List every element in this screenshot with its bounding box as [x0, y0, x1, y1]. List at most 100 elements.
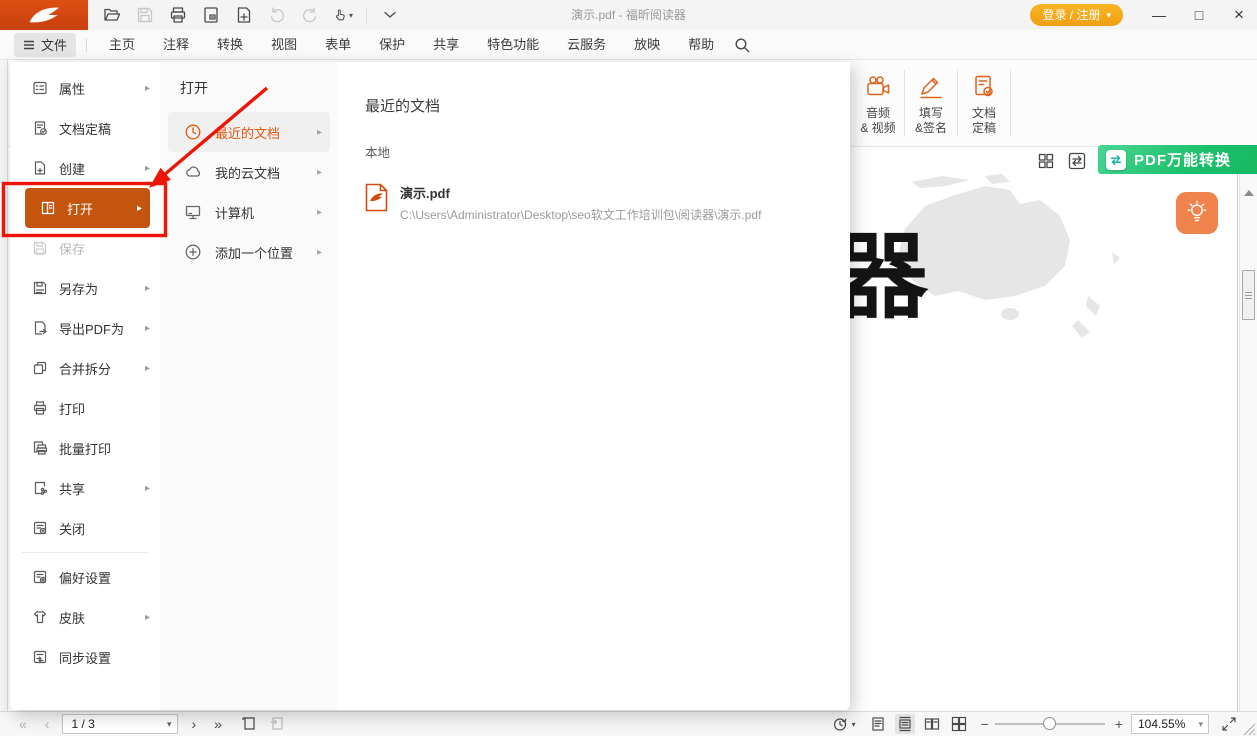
zoom-slider-thumb[interactable]: [1043, 717, 1056, 730]
menu-item-print[interactable]: 打印: [10, 388, 160, 428]
zoom-value: 104.55%: [1132, 717, 1198, 731]
tab-comment[interactable]: 注释: [149, 30, 203, 59]
video-camera-icon: [865, 74, 891, 100]
menu-item-sync-settings[interactable]: 同步设置: [10, 637, 160, 677]
print-icon: [32, 400, 48, 416]
fill-sign-button[interactable]: 填写&签名: [905, 60, 957, 146]
menu-item-save-as[interactable]: 另存为▸: [10, 268, 160, 308]
save-as-icon: [32, 280, 48, 296]
audio-video-button[interactable]: 音频& 视频: [852, 60, 904, 146]
tshirt-icon: [32, 609, 48, 625]
search-icon[interactable]: [734, 37, 750, 53]
fill-sign-label-1: 填写: [919, 106, 943, 120]
open-my-cloud-documents[interactable]: 我的云文档▸: [168, 152, 330, 192]
tips-lightbulb-button[interactable]: [1176, 192, 1218, 234]
print-icon[interactable]: [168, 5, 188, 25]
tab-protect[interactable]: 保护: [365, 30, 419, 59]
grid-view-icon[interactable]: [1036, 151, 1056, 171]
open-book-icon: [40, 200, 56, 216]
tab-home[interactable]: 主页: [95, 30, 149, 59]
menu-item-save: 保存: [10, 228, 160, 268]
toolbar-chevron-icon[interactable]: [380, 5, 400, 25]
tab-help[interactable]: 帮助: [674, 30, 728, 59]
plus-circle-icon: [184, 243, 202, 261]
continuous-view-icon[interactable]: [895, 714, 915, 734]
new-document-icon[interactable]: [234, 5, 254, 25]
rotate-view-icon[interactable]: [830, 714, 850, 734]
pdf-convert-button[interactable]: PDF万能转换: [1098, 145, 1257, 174]
zoom-in-button[interactable]: +: [1115, 716, 1123, 732]
open-recent-documents[interactable]: 最近的文档▸: [168, 112, 330, 152]
rotate-view-caret[interactable]: ▾: [852, 720, 856, 729]
tab-slideshow[interactable]: 放映: [620, 30, 674, 59]
undo-icon: [267, 5, 287, 25]
zoom-slider[interactable]: [995, 717, 1105, 731]
doc-finalize-button[interactable]: 文档定稿: [958, 60, 1010, 146]
statusbar-right: ▾ − + 104.55% ▾: [823, 712, 1239, 736]
menu-item-skin[interactable]: 皮肤▸: [10, 597, 160, 637]
open-add-place[interactable]: 添加一个位置▸: [168, 232, 330, 272]
minimize-button[interactable]: —: [1151, 7, 1167, 23]
previous-view-icon[interactable]: [241, 715, 259, 733]
zoom-out-button[interactable]: −: [981, 716, 989, 732]
tab-view[interactable]: 视图: [257, 30, 311, 59]
swap-view-icon[interactable]: [1067, 151, 1087, 171]
hand-tool-icon[interactable]: ▾: [333, 5, 353, 25]
resize-grip[interactable]: [1241, 721, 1256, 741]
page-number-input[interactable]: 1 / 3 ▾: [62, 714, 178, 734]
page-caret-icon[interactable]: ▾: [167, 719, 178, 730]
save-icon: [32, 240, 48, 256]
next-view-icon: [269, 715, 287, 733]
menu-item-close[interactable]: 关闭: [10, 508, 160, 548]
menu-item-batch-print[interactable]: 批量打印: [10, 428, 160, 468]
login-register-button[interactable]: 登录 / 注册 ▾: [1030, 4, 1123, 26]
menu-item-export-pdf[interactable]: 导出PDF为▸: [10, 308, 160, 348]
hand-tool-caret[interactable]: ▾: [349, 11, 353, 20]
submenu-arrow-icon: ▸: [145, 483, 150, 494]
open-panel-title: 打开: [160, 78, 337, 98]
tab-features[interactable]: 特色功能: [473, 30, 553, 59]
menu-item-create[interactable]: 创建▸: [10, 148, 160, 188]
submenu-arrow-icon: ▸: [145, 363, 150, 374]
first-page-button[interactable]: «: [10, 716, 36, 732]
tab-cloud-service[interactable]: 云服务: [553, 30, 620, 59]
continuous-facing-view-icon[interactable]: [949, 714, 969, 734]
menu-item-properties[interactable]: 属性▸: [10, 68, 160, 108]
tab-share[interactable]: 共享: [419, 30, 473, 59]
page-organize-icon[interactable]: [201, 5, 221, 25]
close-button[interactable]: ×: [1231, 5, 1247, 25]
cloud-icon: [184, 163, 202, 181]
menu-item-doc-finalize[interactable]: 文档定稿: [10, 108, 160, 148]
open-computer[interactable]: 计算机▸: [168, 192, 330, 232]
scrollbar-thumb[interactable]: [1242, 270, 1255, 320]
vertical-scrollbar[interactable]: [1239, 174, 1257, 711]
file-menu-button[interactable]: 文件: [14, 33, 76, 57]
close-doc-icon: [32, 520, 48, 536]
open-file-icon[interactable]: [102, 5, 122, 25]
file-menu-dropdown: 属性▸ 文档定稿 创建▸ 打开▸ 保存 另存为▸: [10, 62, 850, 710]
fullscreen-icon[interactable]: [1219, 714, 1239, 734]
next-page-button[interactable]: ›: [182, 716, 205, 732]
zoom-level-input[interactable]: 104.55% ▾: [1131, 714, 1209, 734]
submenu-arrow-icon: ▸: [317, 207, 322, 218]
maximize-button[interactable]: □: [1191, 7, 1207, 23]
combine-split-icon: [32, 360, 48, 376]
audio-video-label-2: & 视频: [860, 121, 895, 135]
toolbar-separator: [366, 7, 367, 23]
single-page-view-icon[interactable]: [868, 714, 888, 734]
menu-item-share[interactable]: 共享▸: [10, 468, 160, 508]
tab-form[interactable]: 表单: [311, 30, 365, 59]
facing-view-icon[interactable]: [922, 714, 942, 734]
titlebar-right: 登录 / 注册 ▾ — □ ×: [1030, 0, 1247, 30]
recent-file-name: 演示.pdf: [400, 183, 761, 202]
zoom-caret-icon[interactable]: ▾: [1198, 719, 1208, 730]
menu-item-combine-split[interactable]: 合并拆分▸: [10, 348, 160, 388]
scrollbar-up-arrow[interactable]: [1244, 190, 1254, 196]
menu-item-open[interactable]: 打开▸: [25, 188, 150, 228]
submenu-arrow-icon: ▸: [317, 167, 322, 178]
menu-item-preferences[interactable]: 偏好设置: [10, 557, 160, 597]
tab-convert[interactable]: 转换: [203, 30, 257, 59]
previous-page-button[interactable]: ‹: [36, 716, 59, 732]
last-page-button[interactable]: »: [205, 716, 231, 732]
recent-file-row[interactable]: 演示.pdf C:\Users\Administrator\Desktop\se…: [365, 183, 850, 223]
